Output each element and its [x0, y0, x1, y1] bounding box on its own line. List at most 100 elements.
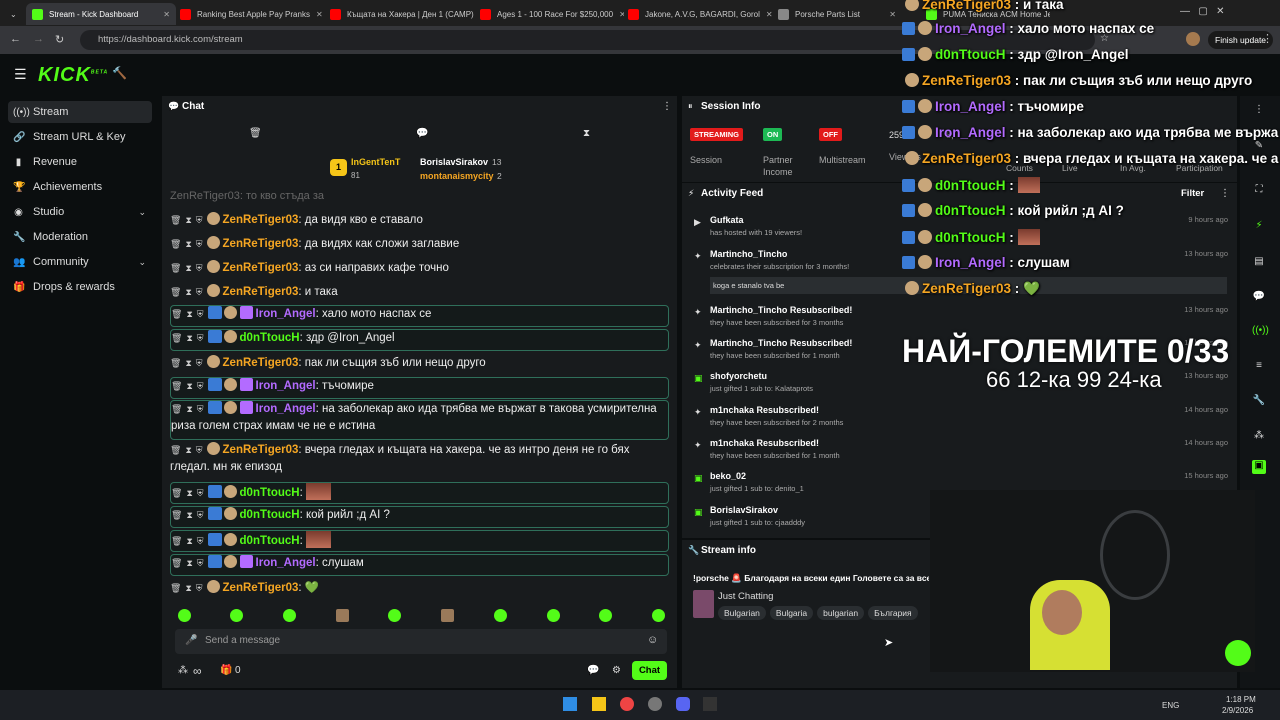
delete-message-icon[interactable]: 🗑	[171, 507, 182, 524]
delete-message-icon[interactable]: 🗑	[170, 284, 181, 301]
browser-tab[interactable]: Stream - Kick Dashboard ✕	[26, 3, 176, 25]
delete-message-icon[interactable]: 🗑	[171, 306, 182, 323]
timeout-icon[interactable]: ⧗	[186, 555, 192, 572]
browser-tab[interactable]: Porsche Parts List ✕	[772, 3, 902, 25]
delete-message-icon[interactable]: 🗑	[170, 236, 181, 253]
rail-chat-icon[interactable]: 💬	[1252, 291, 1266, 305]
timeout-icon[interactable]: ⧗	[185, 284, 191, 301]
delete-message-icon[interactable]: 🗑	[170, 355, 181, 372]
hamburger-menu-icon[interactable]: ☰	[14, 66, 27, 83]
activity-menu-icon[interactable]: ⋮	[1220, 188, 1230, 199]
stream-tag[interactable]: bulgarian	[817, 606, 865, 620]
discord-icon[interactable]	[676, 697, 690, 711]
browser-tab[interactable]: Ranking Best Apple Pay Pranks ✕	[174, 3, 324, 25]
ban-icon[interactable]: ⛨	[196, 260, 203, 277]
delete-message-icon[interactable]: 🗑	[170, 212, 181, 229]
chat-username[interactable]: d0nTtoucH	[240, 509, 300, 521]
leader-name-2[interactable]: BorislavSirakov	[420, 157, 488, 167]
rail-menu-icon[interactable]: ⋮	[1252, 104, 1266, 118]
stream-tag[interactable]: Bulgarian	[718, 606, 766, 620]
chevron-down-icon[interactable]: ⌄	[138, 257, 146, 268]
sidebar-item[interactable]: 👥 Community ⌄	[8, 251, 152, 273]
delete-message-icon[interactable]: 🗑	[171, 533, 182, 550]
tab-close-icon[interactable]: ✕	[163, 10, 170, 19]
chat-username[interactable]: Iron_Angel	[256, 308, 316, 320]
trash-icon[interactable]: 🗑	[249, 128, 262, 139]
emote-2-icon[interactable]	[230, 609, 243, 622]
ban-icon[interactable]: ⛨	[196, 442, 203, 459]
ban-icon[interactable]: ⛨	[197, 306, 204, 323]
timeout-icon[interactable]: ⧗	[185, 355, 191, 372]
stream-tag[interactable]: България	[868, 606, 918, 620]
timeout-icon[interactable]: ⧗	[185, 212, 191, 229]
chat-username[interactable]: Iron_Angel	[256, 403, 316, 415]
delete-message-icon[interactable]: 🗑	[170, 580, 181, 597]
sidebar-item[interactable]: 🏆 Achievements	[8, 176, 152, 198]
chat-username[interactable]: d0nTtoucH	[240, 332, 300, 344]
timeout-icon[interactable]: ⧗	[185, 260, 191, 277]
sidebar-item[interactable]: ◉ Studio ⌄	[8, 201, 152, 223]
chat-settings-icon[interactable]: 💬	[587, 665, 599, 676]
delete-message-icon[interactable]: 🗑	[171, 378, 182, 395]
chat-username[interactable]: d0nTtoucH	[240, 535, 300, 547]
stream-tag[interactable]: Bulgaria	[769, 606, 814, 620]
rail-doc-icon[interactable]: ▤	[1252, 256, 1266, 270]
chat-username[interactable]: ZenReTiger03	[223, 238, 299, 250]
timeout-icon[interactable]: ⧗	[186, 378, 192, 395]
chat-username[interactable]: ZenReTiger03	[223, 262, 299, 274]
timeout-icon[interactable]: ⧗	[185, 236, 191, 253]
message-input[interactable]: Send a message	[205, 635, 280, 646]
gear-icon[interactable]: ⚙	[612, 665, 621, 676]
activity-name[interactable]: beko_02	[710, 471, 1230, 481]
ban-icon[interactable]: ⛨	[197, 401, 204, 418]
back-icon[interactable]: ←	[10, 33, 21, 45]
category-thumbnail[interactable]	[693, 590, 714, 618]
timeout-icon[interactable]: ⧗	[186, 485, 192, 502]
emote-8-icon[interactable]	[547, 609, 560, 622]
terminal-icon[interactable]	[703, 697, 717, 711]
leader-name-3[interactable]: montanaismycity	[420, 171, 494, 181]
ban-icon[interactable]: ⛨	[197, 330, 204, 347]
delete-message-icon[interactable]: 🗑	[170, 442, 181, 459]
chat-username[interactable]: d0nTtoucH	[240, 487, 300, 499]
chat-username[interactable]: ZenReTiger03	[223, 357, 299, 369]
message-input-box[interactable]: 🎤 Send a message ☺	[175, 629, 667, 654]
activity-name[interactable]: Martincho_Tincho Resubscribed!	[710, 305, 1230, 315]
chrome-icon[interactable]	[620, 697, 634, 711]
chat-menu-icon[interactable]: ⋮	[662, 101, 672, 112]
timeout-icon[interactable]: ⧗	[185, 442, 191, 459]
ban-icon[interactable]: ⛨	[196, 236, 203, 253]
delete-message-icon[interactable]: 🗑	[170, 260, 181, 277]
timer-icon[interactable]: ⧗	[583, 128, 590, 139]
delete-message-icon[interactable]: 🗑	[171, 555, 182, 572]
chat-username[interactable]: ZenReTiger03	[223, 444, 299, 456]
delete-message-icon[interactable]: 🗑	[171, 330, 182, 347]
mic-icon[interactable]: 🎤	[185, 635, 197, 646]
timeout-icon[interactable]: ⧗	[186, 401, 192, 418]
rail-share-icon[interactable]: ⁂	[1252, 430, 1266, 444]
expand-icon[interactable]: ⛶	[1252, 184, 1266, 198]
timeout-icon[interactable]: ⧗	[186, 533, 192, 550]
chevron-down-icon[interactable]: ⌄	[138, 207, 146, 218]
tab-close-icon[interactable]: ✕	[316, 10, 323, 19]
window-controls[interactable]: — ▢ ✕	[1180, 6, 1225, 17]
browser-menu-icon[interactable]: ⋮	[1262, 32, 1273, 45]
timeout-icon[interactable]: ⧗	[186, 306, 192, 323]
delete-message-icon[interactable]: 🗑	[171, 401, 182, 418]
clock-time[interactable]: 1:18 PM	[1226, 695, 1256, 704]
activity-name[interactable]: m1nchaka Resubscribed!	[710, 405, 1230, 415]
sidebar-item[interactable]: ▮ Revenue	[8, 151, 152, 173]
category-name[interactable]: Just Chatting	[718, 591, 773, 602]
emote-6-icon[interactable]	[441, 609, 454, 622]
emote-10-icon[interactable]	[652, 609, 665, 622]
rail-layers-icon[interactable]: ≡	[1252, 360, 1266, 374]
sidebar-item[interactable]: 🔧 Moderation	[8, 226, 152, 248]
browser-tab[interactable]: Ages 1 - 100 Race For $250,000 ✕	[474, 3, 624, 25]
chat-username[interactable]: Iron_Angel	[256, 557, 316, 569]
explorer-icon[interactable]	[592, 697, 606, 711]
browser-tab[interactable]: Къщата на Хакера | Ден 1 (CAMP)✕	[324, 3, 474, 25]
profile-avatar[interactable]	[1186, 32, 1200, 46]
tab-close-icon[interactable]: ✕	[889, 10, 896, 19]
browser-tab[interactable]: Jakone, A.V.G, BAGARDI, Gorol ✕	[622, 3, 772, 25]
ban-icon[interactable]: ⛨	[197, 555, 204, 572]
